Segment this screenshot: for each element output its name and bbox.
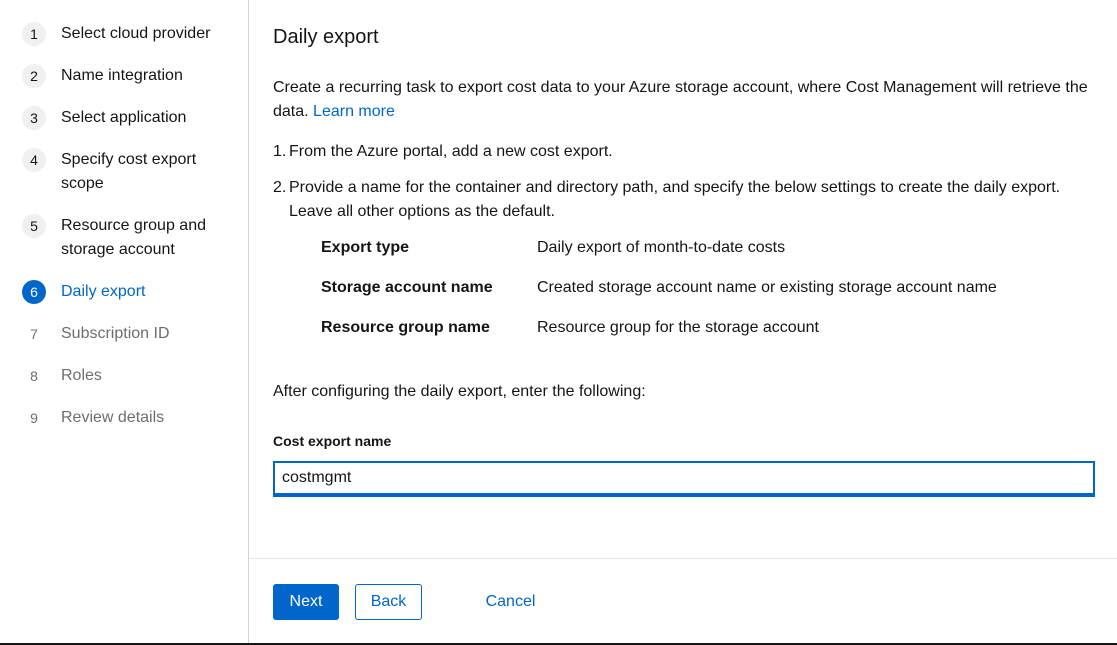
setting-key: Storage account name bbox=[321, 279, 493, 296]
nav-item-label: Name integration bbox=[61, 67, 183, 84]
nav-item-daily-export[interactable]: 6 Daily export bbox=[22, 280, 242, 304]
step-number: 5 bbox=[22, 214, 46, 238]
nav-item-select-application[interactable]: 3 Select application bbox=[22, 106, 242, 130]
export-settings-list: Export type Daily export of month-to-dat… bbox=[321, 236, 997, 356]
nav-item-label: Select cloud provider bbox=[61, 25, 211, 42]
setting-value: Daily export of month-to-date costs bbox=[537, 239, 786, 256]
intro-text: Create a recurring task to export cost d… bbox=[273, 79, 1088, 120]
nav-item-name-integration[interactable]: 2 Name integration bbox=[22, 64, 242, 88]
wizard-nav: 1 Select cloud provider 2 Name integrati… bbox=[0, 0, 249, 645]
list-number: 2. bbox=[273, 179, 287, 196]
setting-row: Export type Daily export of month-to-dat… bbox=[321, 236, 997, 276]
footer-divider bbox=[249, 558, 1117, 559]
list-item: 1. From the Azure portal, add a new cost… bbox=[273, 140, 1103, 164]
nav-item-label: Specify cost export scope bbox=[61, 151, 197, 192]
nav-item-label: Review details bbox=[61, 409, 165, 426]
nav-item-label: Daily export bbox=[61, 283, 146, 300]
setting-row: Resource group name Resource group for t… bbox=[321, 316, 997, 356]
after-config-text: After configuring the daily export, ente… bbox=[273, 383, 646, 400]
list-item: 2. Provide a name for the container and … bbox=[273, 176, 1103, 224]
next-button[interactable]: Next bbox=[273, 584, 339, 620]
list-text: Provide a name for the container and dir… bbox=[289, 179, 1061, 220]
setting-key: Resource group name bbox=[321, 319, 490, 336]
wizard-body: Daily export Create a recurring task to … bbox=[249, 0, 1117, 645]
cancel-button[interactable]: Cancel bbox=[473, 584, 548, 620]
setting-key: Export type bbox=[321, 239, 410, 256]
list-number: 1. bbox=[273, 143, 287, 160]
step-number: 9 bbox=[30, 410, 38, 426]
nav-item-specify-cost-export-scope[interactable]: 4 Specify cost export scope bbox=[22, 148, 242, 196]
nav-item-label: Subscription ID bbox=[61, 325, 170, 342]
step-number: 1 bbox=[22, 22, 46, 46]
nav-item-label: Select application bbox=[61, 109, 187, 126]
nav-item-resource-group[interactable]: 5 Resource group and storage account bbox=[22, 214, 242, 262]
nav-item-roles: 8 Roles bbox=[22, 364, 242, 388]
page-title: Daily export bbox=[273, 26, 379, 48]
step-number: 8 bbox=[30, 368, 38, 384]
nav-item-subscription-id: 7 Subscription ID bbox=[22, 322, 242, 346]
step-number: 6 bbox=[22, 280, 46, 304]
learn-more-link[interactable]: Learn more bbox=[313, 103, 395, 120]
setting-value: Resource group for the storage account bbox=[537, 319, 819, 336]
step-number: 2 bbox=[22, 64, 46, 88]
wizard: 1 Select cloud provider 2 Name integrati… bbox=[0, 0, 1117, 645]
cost-export-name-label: Cost export name bbox=[273, 433, 392, 449]
back-button[interactable]: Back bbox=[355, 584, 422, 620]
nav-item-review-details: 9 Review details bbox=[22, 406, 242, 430]
cost-export-name-input[interactable] bbox=[273, 461, 1095, 495]
step-number: 7 bbox=[30, 326, 38, 342]
setting-value: Created storage account name or existing… bbox=[537, 279, 997, 296]
list-text: From the Azure portal, add a new cost ex… bbox=[289, 143, 613, 160]
step-number: 3 bbox=[22, 106, 46, 130]
nav-item-label: Roles bbox=[61, 367, 102, 384]
input-underline bbox=[273, 495, 1095, 497]
step-number: 4 bbox=[22, 148, 46, 172]
nav-item-select-cloud-provider[interactable]: 1 Select cloud provider bbox=[22, 22, 242, 46]
intro-paragraph: Create a recurring task to export cost d… bbox=[273, 76, 1103, 124]
setting-row: Storage account name Created storage acc… bbox=[321, 276, 997, 316]
instruction-list: 1. From the Azure portal, add a new cost… bbox=[273, 140, 1103, 224]
nav-item-label: Resource group and storage account bbox=[61, 217, 206, 258]
